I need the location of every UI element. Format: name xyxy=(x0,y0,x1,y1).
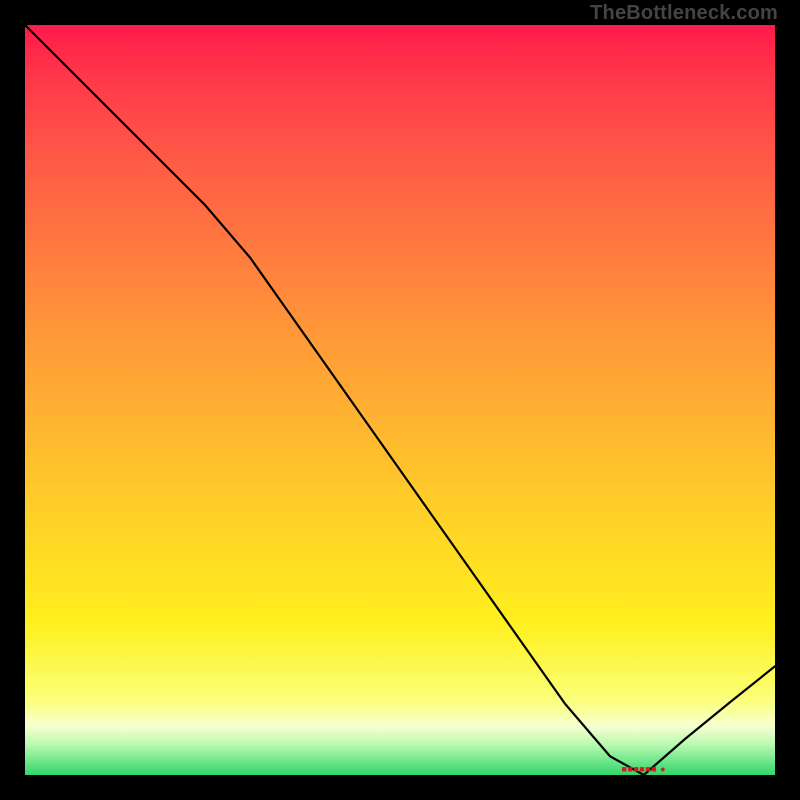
watermark-text: TheBottleneck.com xyxy=(590,2,778,25)
chart-stage: TheBottleneck.com ■■■■■■ ● xyxy=(0,0,800,800)
chart-svg xyxy=(25,25,775,775)
bottleneck-curve xyxy=(25,25,775,775)
min-marker: ■■■■■■ ● xyxy=(621,764,666,774)
plot-area: ■■■■■■ ● xyxy=(25,25,775,775)
